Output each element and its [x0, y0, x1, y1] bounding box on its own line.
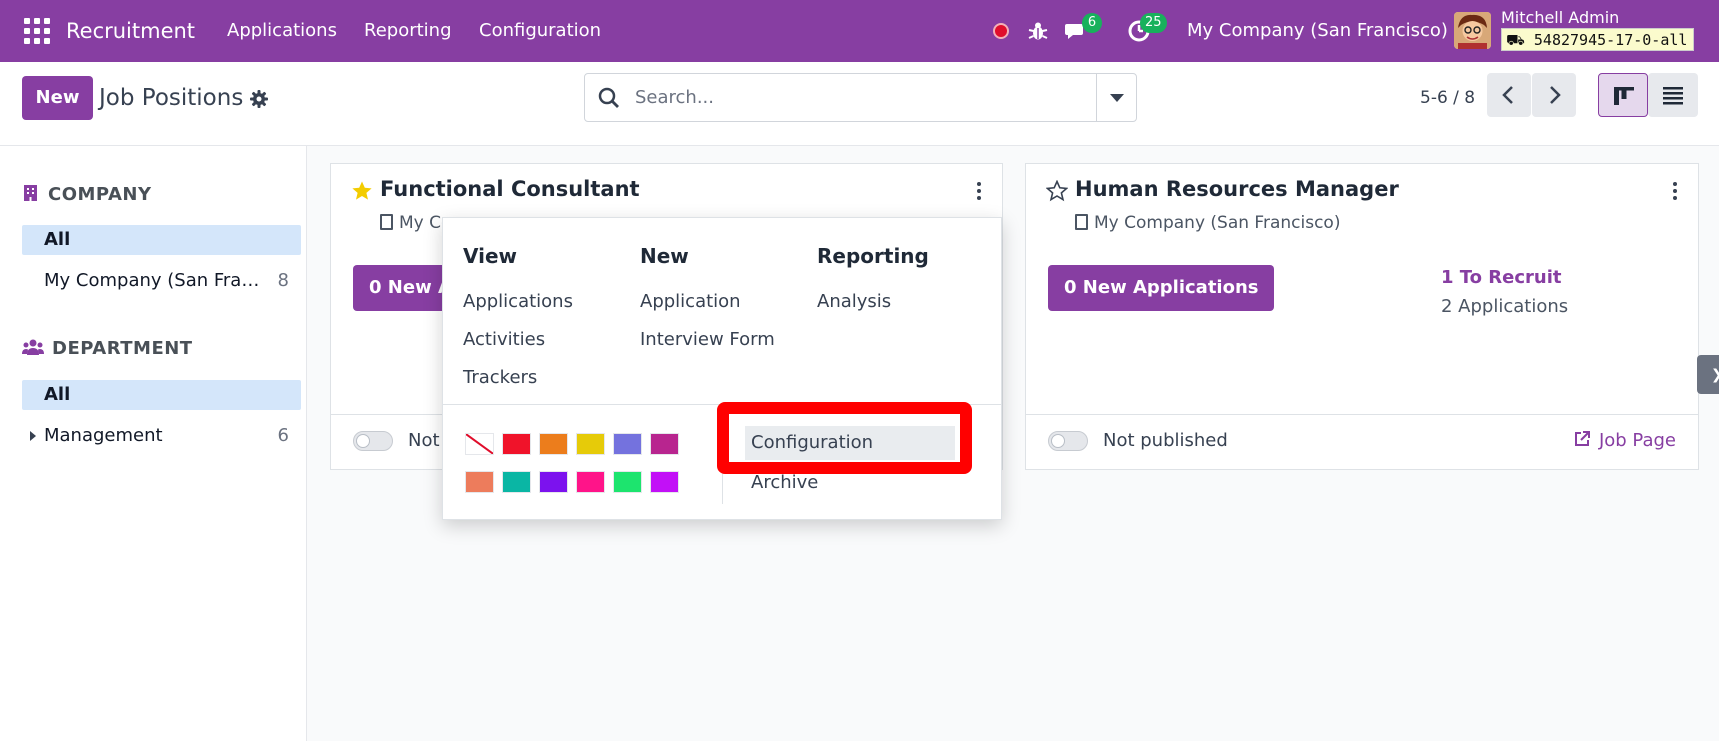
- recording-icon[interactable]: [993, 23, 1009, 39]
- color-swatch[interactable]: [539, 433, 568, 455]
- view-section-title: View: [463, 244, 518, 268]
- building-icon: [380, 214, 393, 230]
- menu-configuration[interactable]: Configuration: [479, 0, 601, 62]
- department-facet-all[interactable]: All: [22, 380, 301, 410]
- search-bar[interactable]: Search...: [584, 73, 1137, 122]
- view-applications-item[interactable]: Applications: [463, 291, 573, 312]
- list-view-button[interactable]: [1648, 73, 1698, 117]
- search-input[interactable]: Search...: [635, 74, 714, 121]
- new-section-title: New: [640, 244, 689, 268]
- color-swatch[interactable]: [650, 471, 679, 493]
- kanban-view-button[interactable]: [1598, 73, 1648, 117]
- database-icon: ⛟: [1506, 31, 1525, 49]
- control-panel: New Job Positions Search... 5-6 / 8: [0, 62, 1719, 146]
- color-swatch[interactable]: [539, 471, 568, 493]
- card-menu-dots-icon[interactable]: [976, 182, 982, 202]
- kanban-icon: [1614, 87, 1634, 105]
- job-card-hr-manager[interactable]: Human Resources Manager My Company (San …: [1025, 163, 1699, 470]
- publish-toggle[interactable]: [1048, 431, 1088, 451]
- new-applications-button[interactable]: 0 New Applications: [1048, 265, 1275, 311]
- publish-status: Not: [408, 430, 440, 451]
- search-options-toggle[interactable]: [1096, 74, 1136, 121]
- to-recruit-link[interactable]: 1 To Recruit: [1441, 267, 1562, 288]
- user-avatar[interactable]: [1454, 12, 1491, 49]
- job-title[interactable]: Functional Consultant: [380, 177, 640, 201]
- card-menu-dots-icon[interactable]: [1672, 182, 1678, 202]
- card-dropdown-menu: View Applications Activities Trackers Ne…: [442, 217, 1002, 520]
- chevron-right-icon: [1550, 86, 1561, 104]
- publish-status: Not published: [1103, 430, 1228, 451]
- new-interview-form-item[interactable]: Interview Form: [640, 329, 775, 350]
- search-panel-sidebar: COMPANY All My Company (San Francisco) 8…: [0, 146, 307, 741]
- color-swatch[interactable]: [613, 471, 642, 493]
- applications-count[interactable]: 2 Applications: [1441, 296, 1568, 317]
- pager-previous-button[interactable]: [1487, 73, 1531, 117]
- app-brand[interactable]: Recruitment: [66, 0, 195, 62]
- external-link-icon: [1574, 431, 1590, 446]
- search-icon: [598, 87, 619, 108]
- company-switcher[interactable]: My Company (San Francisco): [1187, 0, 1448, 62]
- user-name[interactable]: Mitchell Admin: [1501, 8, 1619, 27]
- reporting-section-title: Reporting: [817, 244, 929, 268]
- color-swatch[interactable]: [576, 471, 605, 493]
- chevron-icon: ❯: [1711, 367, 1719, 383]
- job-title[interactable]: Human Resources Manager: [1075, 177, 1399, 201]
- menu-applications[interactable]: Applications: [227, 0, 337, 62]
- color-swatch[interactable]: [613, 433, 642, 455]
- publish-toggle[interactable]: [353, 431, 393, 451]
- reporting-analysis-item[interactable]: Analysis: [817, 291, 891, 312]
- database-chip: ⛟ 54827945-17-0-all: [1501, 28, 1695, 51]
- building-icon: [1075, 214, 1088, 230]
- users-icon: [22, 339, 44, 355]
- new-button[interactable]: New: [22, 76, 93, 120]
- caret-down-icon: [1110, 94, 1124, 102]
- department-facet-management[interactable]: Management 6: [22, 421, 301, 451]
- menu-reporting[interactable]: Reporting: [364, 0, 452, 62]
- company-facet-all[interactable]: All: [22, 225, 301, 255]
- gear-icon[interactable]: [249, 89, 269, 109]
- company-facet-my-company[interactable]: My Company (San Francisco) 8: [22, 266, 301, 296]
- job-page-link[interactable]: Job Page: [1573, 430, 1676, 451]
- caret-right-icon[interactable]: [30, 431, 36, 441]
- color-swatch[interactable]: [465, 471, 494, 493]
- card-footer-divider: [1026, 414, 1698, 415]
- debug-bug-icon[interactable]: [1027, 20, 1049, 42]
- color-swatch[interactable]: [465, 433, 494, 455]
- top-navbar: Recruitment Applications Reporting Confi…: [0, 0, 1719, 62]
- database-name: 54827945-17-0-all: [1533, 31, 1688, 49]
- activities-count-badge: 25: [1140, 13, 1167, 33]
- color-swatch[interactable]: [502, 433, 531, 455]
- side-panel-handle[interactable]: ❯: [1697, 355, 1719, 394]
- color-swatch[interactable]: [502, 471, 531, 493]
- pager-value[interactable]: 5-6 / 8: [1420, 76, 1475, 120]
- highlight-annotation-box: [717, 402, 972, 474]
- pager-next-button[interactable]: [1532, 73, 1576, 117]
- chevron-left-icon: [1502, 86, 1513, 104]
- favorite-star-icon[interactable]: [351, 180, 373, 202]
- department-section-title: DEPARTMENT: [22, 338, 193, 359]
- messages-count-badge: 6: [1082, 13, 1102, 33]
- archive-item[interactable]: Archive: [751, 472, 818, 493]
- new-application-item[interactable]: Application: [640, 291, 741, 312]
- view-activities-item[interactable]: Activities: [463, 329, 545, 350]
- list-icon: [1663, 87, 1683, 105]
- color-swatch[interactable]: [650, 433, 679, 455]
- view-trackers-item[interactable]: Trackers: [463, 367, 537, 388]
- job-company: My Company (San Francisco): [1075, 213, 1340, 233]
- color-swatch[interactable]: [576, 433, 605, 455]
- page-title: Job Positions: [99, 85, 244, 111]
- company-section-title: COMPANY: [22, 184, 152, 205]
- building-icon: [24, 185, 37, 201]
- job-company: My Co: [380, 213, 451, 233]
- favorite-star-icon[interactable]: [1046, 180, 1068, 202]
- apps-menu-icon[interactable]: [24, 18, 50, 44]
